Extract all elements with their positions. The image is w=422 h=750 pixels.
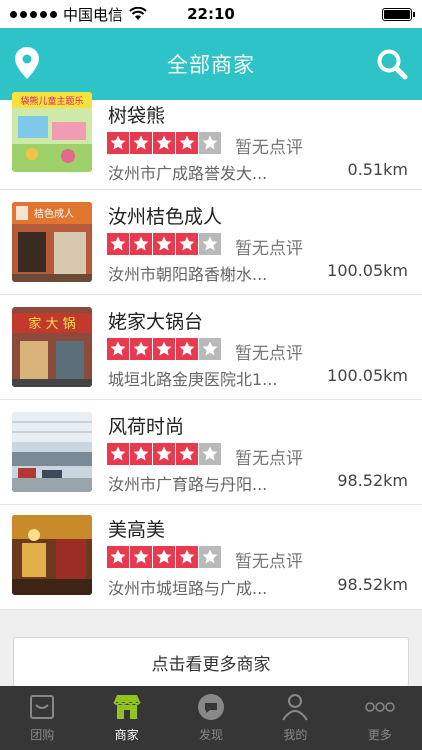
merchant-item[interactable]: 桔色成人 汝州桔色成人 暂无点评 汝州市朝阳路香榭水... 100.05km bbox=[0, 190, 422, 295]
tab-profile[interactable]: 我的 bbox=[253, 686, 337, 750]
merchant-name: 风荷时尚 bbox=[108, 416, 185, 438]
thumb-sign-text: 袋熊儿童主题乐 bbox=[20, 95, 83, 107]
merchant-item[interactable]: 家 大 锅 姥家大锅台 暂无点评 城垣北路金庚医院北1... 100.05km bbox=[0, 295, 422, 400]
star-icon bbox=[153, 443, 175, 465]
nav-bar: 全部商家 bbox=[0, 28, 422, 100]
star-icon bbox=[176, 443, 198, 465]
rating-stars bbox=[107, 443, 221, 465]
star-icon bbox=[130, 443, 152, 465]
star-icon bbox=[176, 546, 198, 568]
thumb-sign-text: 家 大 锅 bbox=[28, 316, 75, 332]
merchant-thumbnail bbox=[12, 412, 92, 492]
merchant-distance: 100.05km bbox=[327, 261, 408, 280]
review-status: 暂无点评 bbox=[235, 138, 303, 158]
location-pin-icon[interactable] bbox=[14, 46, 40, 80]
merchant-name: 汝州桔色成人 bbox=[108, 206, 223, 228]
review-status: 暂无点评 bbox=[235, 344, 303, 364]
star-icon bbox=[199, 132, 221, 154]
tab-more[interactable]: 更多 bbox=[338, 686, 422, 750]
discover-icon bbox=[195, 691, 227, 723]
star-icon bbox=[153, 233, 175, 255]
star-icon bbox=[176, 132, 198, 154]
tab-label: 商家 bbox=[114, 728, 139, 742]
tab-label: 更多 bbox=[367, 728, 392, 742]
star-icon bbox=[130, 338, 152, 360]
wifi-icon bbox=[129, 7, 147, 20]
carrier-label: 中国电信 bbox=[63, 5, 124, 24]
rating-stars bbox=[107, 132, 221, 154]
merchant-address: 汝州市城垣路与广成... bbox=[108, 579, 268, 598]
tab-label: 团购 bbox=[30, 728, 55, 742]
merchant-thumbnail bbox=[12, 515, 92, 595]
merchant-thumbnail: 家 大 锅 bbox=[12, 307, 92, 387]
tab-store[interactable]: 商家 bbox=[84, 686, 168, 750]
merchant-distance: 98.52km bbox=[337, 575, 408, 594]
search-icon[interactable] bbox=[376, 48, 408, 80]
merchant-distance: 0.51km bbox=[347, 160, 408, 179]
tab-groupbuy[interactable]: 团购 bbox=[0, 686, 84, 750]
rating-stars bbox=[107, 338, 221, 360]
star-icon bbox=[130, 546, 152, 568]
merchant-list: 袋熊儿童主题乐 树袋熊 暂无点评 汝州市广成路誉发大... 0.51km 桔色成… bbox=[0, 92, 422, 610]
star-icon bbox=[153, 546, 175, 568]
merchant-item[interactable]: 袋熊儿童主题乐 树袋熊 暂无点评 汝州市广成路誉发大... 0.51km bbox=[0, 92, 422, 190]
more-icon bbox=[364, 691, 396, 723]
merchant-thumbnail: 袋熊儿童主题乐 bbox=[12, 92, 92, 172]
star-icon bbox=[153, 338, 175, 360]
star-icon bbox=[107, 546, 129, 568]
merchant-item[interactable]: 风荷时尚 暂无点评 汝州市广育路与丹阳... 98.52km bbox=[0, 400, 422, 505]
merchant-item[interactable]: 美高美 暂无点评 汝州市城垣路与广成... 98.52km bbox=[0, 505, 422, 610]
star-icon bbox=[153, 132, 175, 154]
merchant-address: 汝州市广育路与丹阳... bbox=[108, 475, 268, 494]
star-icon bbox=[199, 233, 221, 255]
battery-icon bbox=[382, 8, 415, 21]
star-icon bbox=[199, 443, 221, 465]
merchant-address: 汝州市朝阳路香榭水... bbox=[108, 265, 268, 284]
tab-discover[interactable]: 发现 bbox=[169, 686, 253, 750]
tab-bar: 团购 商家 发现 我的 更多 bbox=[0, 686, 422, 750]
rating-stars bbox=[107, 546, 221, 568]
merchant-thumbnail: 桔色成人 bbox=[12, 202, 92, 282]
merchant-name: 美高美 bbox=[108, 519, 166, 541]
review-status: 暂无点评 bbox=[235, 552, 303, 572]
tab-label: 我的 bbox=[283, 728, 308, 742]
merchant-name: 树袋熊 bbox=[108, 105, 166, 127]
thumb-sign-text: 桔色成人 bbox=[34, 207, 74, 220]
status-bar: 中国电信 22:10 bbox=[0, 0, 422, 28]
review-status: 暂无点评 bbox=[235, 449, 303, 469]
star-icon bbox=[107, 338, 129, 360]
star-icon bbox=[130, 132, 152, 154]
star-icon bbox=[176, 338, 198, 360]
merchant-distance: 100.05km bbox=[327, 366, 408, 385]
star-icon bbox=[176, 233, 198, 255]
star-icon bbox=[107, 443, 129, 465]
page-title: 全部商家 bbox=[167, 53, 255, 77]
rating-stars bbox=[107, 233, 221, 255]
merchant-distance: 98.52km bbox=[337, 471, 408, 490]
signal-icon bbox=[10, 10, 57, 18]
tab-label: 发现 bbox=[199, 728, 224, 742]
merchant-name: 姥家大锅台 bbox=[108, 311, 204, 333]
star-icon bbox=[107, 132, 129, 154]
star-icon bbox=[130, 233, 152, 255]
store-icon bbox=[111, 691, 143, 723]
merchant-address: 城垣北路金庚医院北1... bbox=[108, 370, 278, 389]
review-status: 暂无点评 bbox=[235, 239, 303, 259]
star-icon bbox=[107, 233, 129, 255]
merchant-address: 汝州市广成路誉发大... bbox=[108, 164, 268, 183]
star-icon bbox=[199, 546, 221, 568]
load-more-button[interactable]: 点击看更多商家 bbox=[13, 637, 409, 687]
profile-icon bbox=[279, 691, 311, 723]
star-icon bbox=[199, 338, 221, 360]
groupbuy-icon bbox=[26, 691, 58, 723]
